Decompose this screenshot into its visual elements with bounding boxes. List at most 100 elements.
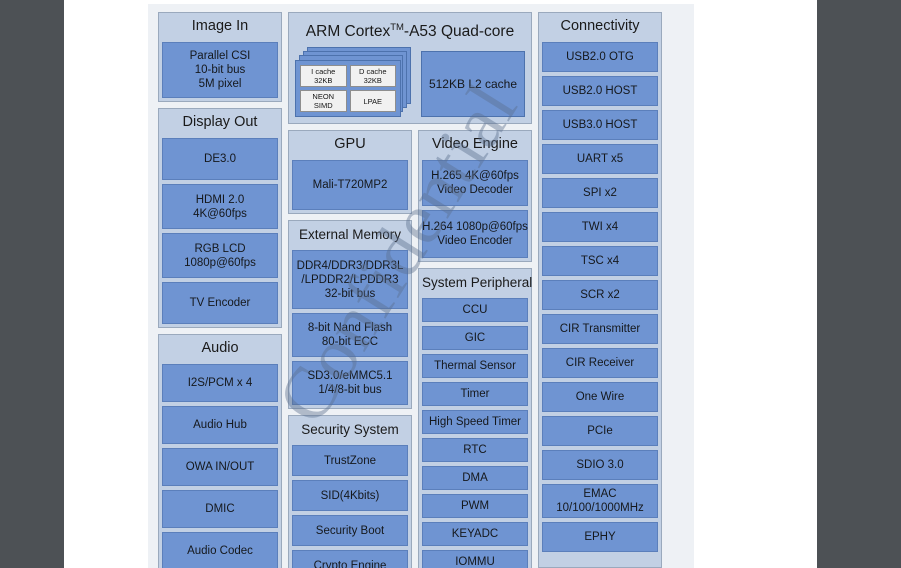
block-label: /LPDDR2/LPDDR3: [301, 273, 399, 286]
group-title-system-peripheral: System Peripheral: [422, 275, 533, 291]
group-title-security-system: Security System: [301, 422, 399, 438]
block-system-peripheral-4[interactable]: High Speed Timer: [422, 410, 528, 435]
block-system-peripheral-6[interactable]: DMA: [422, 466, 528, 491]
block-label: USB3.0 HOST: [562, 119, 638, 131]
block-label: RTC: [463, 444, 487, 457]
block-label: H.264 1080p@60fps: [422, 221, 528, 234]
block-video-engine-1[interactable]: H.264 1080p@60fps Video Encoder: [422, 210, 528, 259]
cpu-i-cache: I cache 32KB: [300, 65, 347, 88]
block-label: EPHY: [584, 531, 616, 543]
block-audio-1[interactable]: Audio Hub: [162, 406, 278, 444]
left-letterbox-strip: [0, 0, 64, 568]
block-label: Parallel CSI: [189, 50, 251, 62]
block-system-peripheral-9[interactable]: IOMMU: [422, 550, 528, 568]
block-display-out-0[interactable]: DE3.0: [162, 138, 278, 180]
block-display-out-3[interactable]: TV Encoder: [162, 282, 278, 324]
block-label: Security Boot: [315, 524, 385, 537]
block-connectivity-0[interactable]: USB2.0 OTG: [542, 42, 658, 72]
block-connectivity-8[interactable]: CIR Transmitter: [542, 314, 658, 344]
block-label: 32-bit bus: [324, 287, 376, 300]
block-image-in-0[interactable]: Parallel CSI 10-bit bus 5M pixel: [162, 42, 278, 98]
block-connectivity-11[interactable]: PCIe: [542, 416, 658, 446]
block-display-out-2[interactable]: RGB LCD 1080p@60fps: [162, 233, 278, 278]
block-security-system-3[interactable]: Crypto Engine: [292, 550, 408, 568]
block-label: UART x5: [576, 153, 624, 165]
block-connectivity-3[interactable]: UART x5: [542, 144, 658, 174]
group-title-external-memory: External Memory: [298, 227, 402, 243]
block-label: CCU: [462, 304, 488, 317]
block-gpu-0[interactable]: Mali-T720MP2: [292, 160, 408, 211]
cpu-d-cache-label: D cache: [358, 67, 387, 77]
block-connectivity-13[interactable]: EMAC 10/100/1000MHz: [542, 484, 658, 518]
block-connectivity-14[interactable]: EPHY: [542, 522, 658, 552]
block-system-peripheral-2[interactable]: Thermal Sensor: [422, 354, 528, 379]
block-audio-2[interactable]: OWA IN/OUT: [162, 448, 278, 486]
block-label: 10-bit bus: [194, 64, 246, 76]
cpu-i-cache-size: 32KB: [314, 76, 333, 86]
block-label: HDMI 2.0: [195, 193, 245, 206]
block-video-engine-0[interactable]: H.265 4K@60fps Video Decoder: [422, 160, 528, 207]
block-connectivity-10[interactable]: One Wire: [542, 382, 658, 412]
block-label: TrustZone: [324, 454, 376, 467]
block-security-system-2[interactable]: Security Boot: [292, 515, 408, 547]
block-label: 80-bit ECC: [321, 336, 379, 349]
block-external-memory-0[interactable]: DDR4/DDR3/DDR3L/LPDDR2/LPDDR3 32-bit bus: [292, 250, 408, 310]
cpu-d-cache-size: 32KB: [363, 76, 382, 86]
block-label: USB2.0 HOST: [562, 85, 638, 97]
block-label: RGB LCD: [194, 242, 246, 255]
block-label: I2S/PCM x 4: [187, 377, 253, 389]
block-label: DE3.0: [204, 153, 236, 165]
group-connectivity: Connectivity USB2.0 OTG USB2.0 HOST USB3.0…: [538, 12, 662, 568]
cpu-lpae: LPAE: [349, 90, 396, 113]
block-label: 4K@60fps: [193, 207, 247, 220]
cpu-lpae-label: LPAE: [363, 96, 383, 106]
block-system-peripheral-7[interactable]: PWM: [422, 494, 528, 519]
group-security-system: Security System TrustZone SID(4Kbits) Secu…: [288, 415, 412, 568]
block-connectivity-4[interactable]: SPI x2: [542, 178, 658, 208]
block-label: Audio Hub: [193, 419, 247, 431]
cpu-d-cache: D cache 32KB: [349, 65, 396, 88]
cpu-title: ARM CortexTM-A53 Quad-core: [295, 17, 525, 43]
block-label: GIC: [464, 332, 486, 345]
group-audio: Audio I2S/PCM x 4 Audio Hub OWA IN/OUT DMIC…: [158, 334, 282, 568]
group-title-audio: Audio: [201, 340, 239, 356]
block-system-peripheral-3[interactable]: Timer: [422, 382, 528, 407]
block-label: SCR x2: [580, 289, 620, 301]
block-label: PCIe: [587, 425, 613, 437]
block-label: Thermal Sensor: [434, 360, 516, 373]
block-label: CIR Receiver: [565, 357, 635, 369]
group-title-video-engine: Video Engine: [431, 136, 518, 153]
block-connectivity-2[interactable]: USB3.0 HOST: [542, 110, 658, 140]
block-audio-3[interactable]: DMIC: [162, 490, 278, 528]
block-security-system-1[interactable]: SID(4Kbits): [292, 480, 408, 512]
block-label: 1/4/8-bit bus: [318, 384, 382, 397]
right-letterbox-strip: [817, 0, 901, 568]
block-external-memory-2[interactable]: SD3.0/eMMC5.1 1/4/8-bit bus: [292, 361, 408, 406]
block-security-system-0[interactable]: TrustZone: [292, 445, 408, 477]
block-audio-4[interactable]: Audio Codec: [162, 532, 278, 568]
block-connectivity-9[interactable]: CIR Receiver: [542, 348, 658, 378]
block-connectivity-12[interactable]: SDIO 3.0: [542, 450, 658, 480]
soc-block-diagram: Image In Parallel CSI 10-bit bus 5M pixel …: [148, 4, 694, 568]
block-system-peripheral-0[interactable]: CCU: [422, 298, 528, 323]
cpu-title-prefix: ARM Cortex: [305, 23, 391, 41]
block-label: EMAC: [583, 488, 617, 500]
block-connectivity-7[interactable]: SCR x2: [542, 280, 658, 310]
block-system-peripheral-1[interactable]: GIC: [422, 326, 528, 351]
block-label: Audio Codec: [187, 545, 253, 557]
block-label: Crypto Engine: [313, 559, 387, 568]
block-system-peripheral-8[interactable]: KEYADC: [422, 522, 528, 547]
cpu-title-suffix: -A53 Quad-core: [403, 23, 515, 41]
cpu-neon-simd: NEON SIMD: [300, 90, 347, 113]
block-connectivity-5[interactable]: TWI x4: [542, 212, 658, 242]
block-label: SD3.0/eMMC5.1: [307, 370, 393, 383]
block-audio-0[interactable]: I2S/PCM x 4: [162, 364, 278, 402]
block-label: Video Decoder: [437, 184, 513, 197]
block-connectivity-6[interactable]: TSC x4: [542, 246, 658, 276]
block-display-out-1[interactable]: HDMI 2.0 4K@60fps: [162, 184, 278, 229]
block-system-peripheral-5[interactable]: RTC: [422, 438, 528, 463]
block-connectivity-1[interactable]: USB2.0 HOST: [542, 76, 658, 106]
block-external-memory-1[interactable]: 8-bit Nand Flash 80-bit ECC: [292, 313, 408, 358]
block-label: TSC x4: [580, 255, 620, 267]
group-gpu: GPU Mali-T720MP2: [288, 130, 412, 215]
